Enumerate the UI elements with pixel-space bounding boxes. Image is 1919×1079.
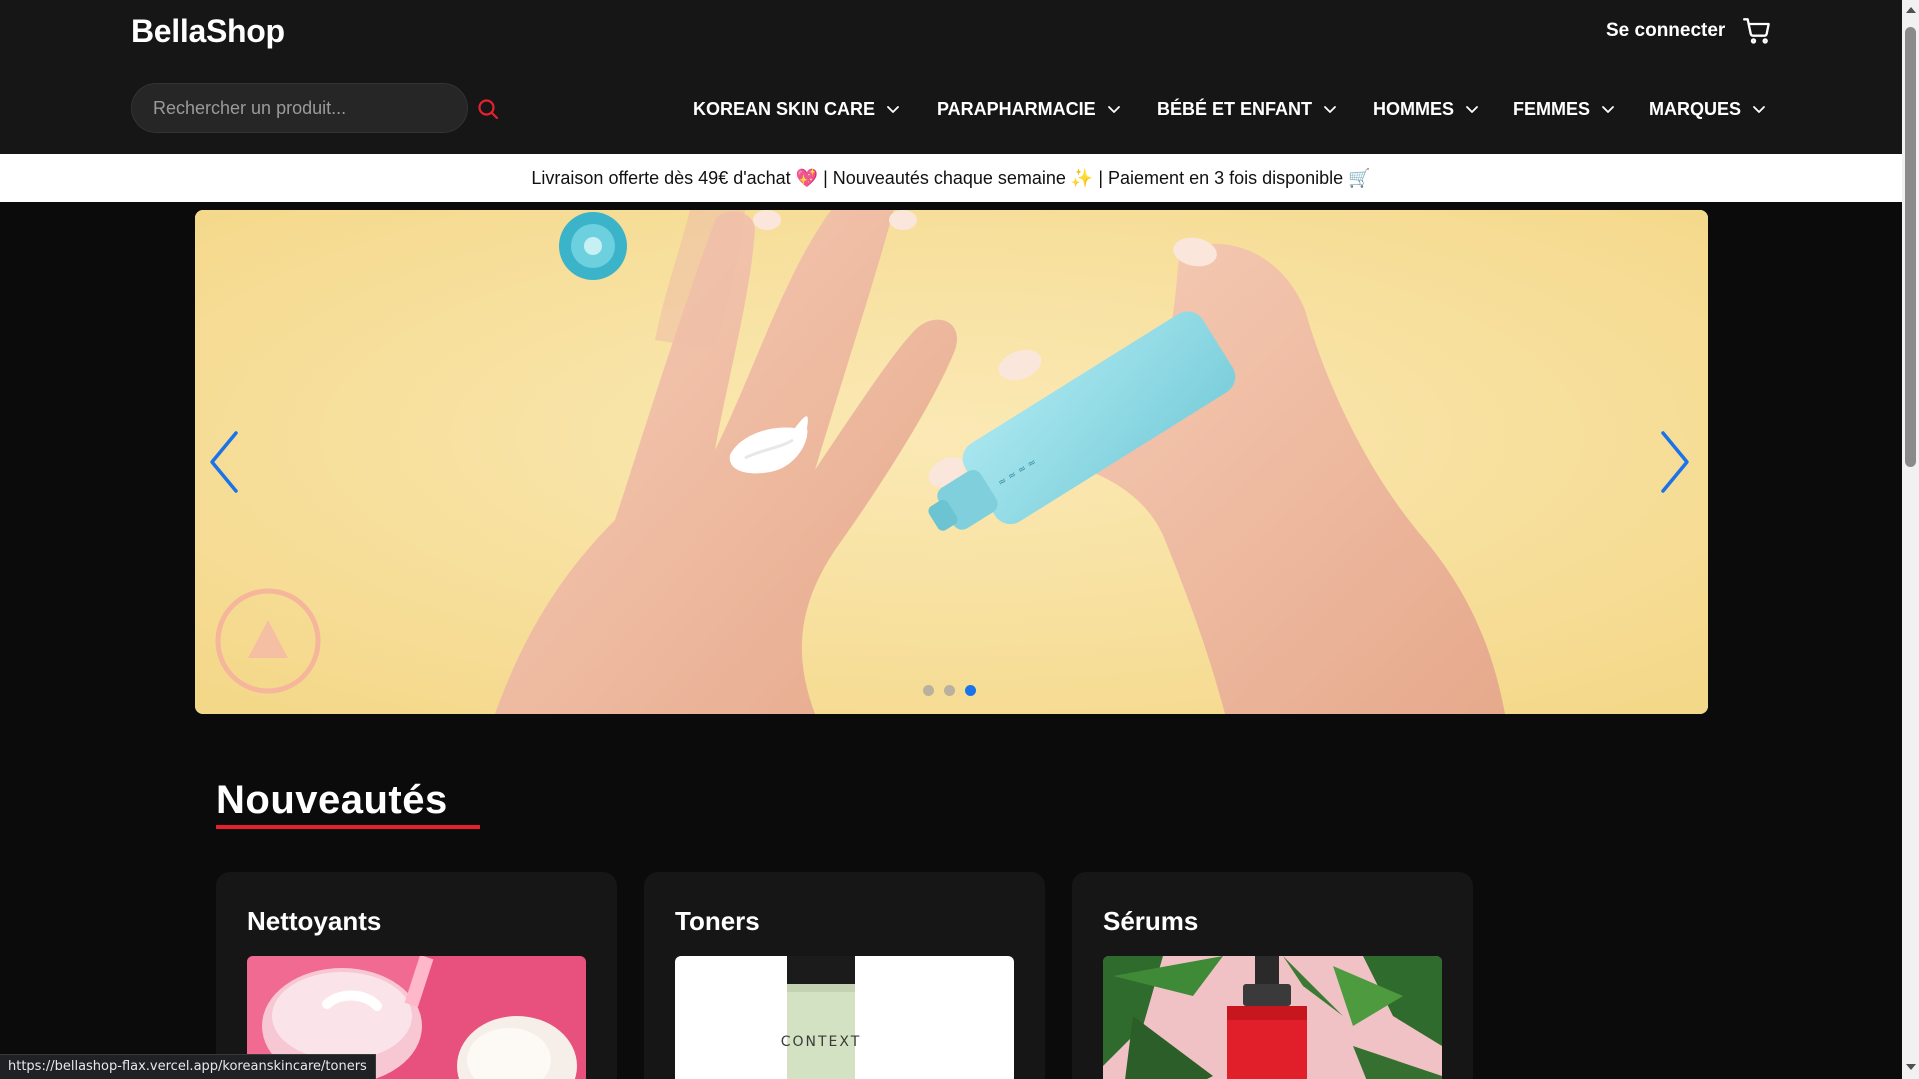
search-icon[interactable] [476,97,500,121]
browser-status-url: https://bellashop-flax.vercel.app/korean… [0,1054,376,1079]
hero-carousel[interactable]: ≈ ≈ ≈ ≈ [195,210,1708,714]
chevron-down-icon [1466,106,1478,113]
carousel-next-button[interactable] [1655,427,1695,497]
carousel-dots [923,685,976,696]
carousel-prev-button[interactable] [204,427,244,497]
scroll-down-arrow-icon[interactable] [1906,1064,1916,1070]
site-header: BellaShop Se connecter KOREAN SKIN CARE … [0,0,1902,154]
scroll-up-arrow-icon[interactable] [1906,7,1916,13]
card-title: Nettoyants [247,906,382,936]
chevron-down-icon [1107,106,1120,113]
nav-femmes[interactable]: FEMMES [1513,95,1616,123]
nav-label: BÉBÉ ET ENFANT [1157,98,1313,119]
category-card-toners[interactable]: Toners CONTEXT [644,872,1045,1079]
nav-marques[interactable]: MARQUES [1649,95,1767,123]
nav-label: KOREAN SKIN CARE [693,98,876,119]
chevron-down-icon [1753,106,1765,113]
chevron-down-icon [887,106,899,113]
promo-banner: Livraison offerte dès 49€ d'achat 💖 | No… [0,154,1902,202]
search-box [131,83,468,133]
nav-korean-skin-care[interactable]: KOREAN SKIN CARE [693,95,901,123]
section-title: Nouveautés [216,778,448,822]
search-input[interactable] [132,84,467,132]
nav-label: PARAPHARMACIE [937,98,1096,119]
nav-label: MARQUES [1649,98,1742,119]
product-label: CONTEXT [781,1034,862,1050]
hero-slide-image: ≈ ≈ ≈ ≈ [195,210,1708,714]
nav-label: HOMMES [1373,98,1454,119]
carousel-dot[interactable] [923,685,934,696]
scrollbar-thumb[interactable] [1905,27,1916,467]
card-image: CONTEXT [675,956,1014,1079]
page-scrollbar[interactable] [1902,0,1919,1079]
carousel-dot-active[interactable] [965,685,976,696]
nav-parapharmacie[interactable]: PARAPHARMACIE [937,95,1122,123]
category-card-serums[interactable]: Sérums [1072,872,1473,1079]
nav-hommes[interactable]: HOMMES [1373,95,1480,123]
carousel-dot[interactable] [944,685,955,696]
cart-icon[interactable] [1743,17,1771,45]
category-card-nettoyants[interactable]: Nettoyants [216,872,617,1079]
card-title: Toners [675,906,760,936]
nav-bebe-et-enfant[interactable]: BÉBÉ ET ENFANT [1157,95,1338,123]
chevron-down-icon [1324,106,1336,113]
site-logo[interactable]: BellaShop [131,13,285,50]
login-link[interactable]: Se connecter [1606,20,1725,42]
chevron-down-icon [1602,106,1614,113]
nav-label: FEMMES [1513,98,1591,119]
section-title-underline [216,825,480,829]
card-image [1103,956,1442,1079]
card-title: Sérums [1103,906,1199,936]
